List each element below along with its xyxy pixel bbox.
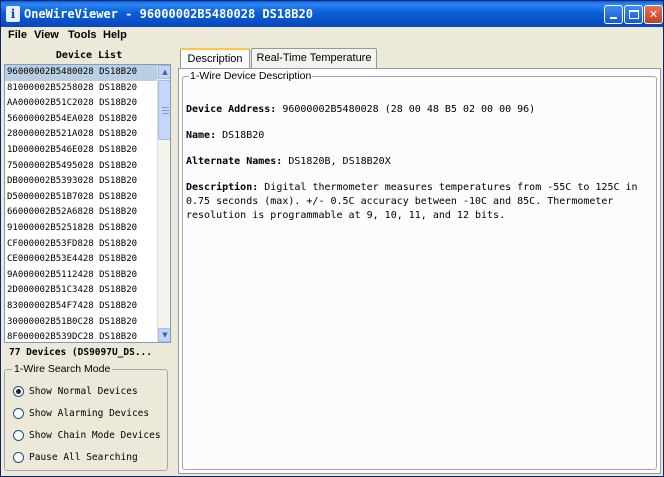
device-list-item[interactable]: 2D000002B51C3428 DS18B20	[5, 283, 157, 299]
maximize-icon	[629, 10, 639, 19]
description-label: Description:	[186, 182, 259, 193]
name-value: DS18B20	[222, 130, 265, 141]
device-list-item[interactable]: 75000002B5495028 DS18B20	[5, 159, 157, 175]
menu-view[interactable]: View	[34, 28, 59, 43]
radio-label[interactable]: Pause All Searching	[29, 451, 138, 465]
radio-selected-dot	[16, 389, 21, 394]
radio-label[interactable]: Show Alarming Devices	[29, 407, 149, 421]
window-title: OneWireViewer - 96000002B5480028 DS18B20	[24, 7, 313, 21]
device-list-item[interactable]: 9A000002B5112428 DS18B20	[5, 268, 157, 284]
radio-button-icon[interactable]	[13, 408, 24, 419]
device-count-status: 77 Devices (DS9097U_DS...	[9, 347, 152, 358]
device-rows: 96000002B5480028 DS18B20 81000002B5258028…	[5, 65, 157, 342]
menu-help[interactable]: Help	[103, 28, 127, 43]
grip-line	[162, 110, 169, 111]
name-line: Name: DS18B20	[186, 129, 654, 143]
minimize-icon	[610, 17, 617, 19]
description-frame-title: 1-Wire Device Description	[189, 70, 313, 83]
device-address-line: Device Address: 96000002B5480028 (28 00 …	[186, 103, 654, 117]
name-label: Name:	[186, 130, 217, 141]
app-info-icon: i	[6, 6, 20, 22]
device-list-item[interactable]: DB000002B5393028 DS18B20	[5, 174, 157, 190]
device-list[interactable]: 96000002B5480028 DS18B20 81000002B5258028…	[4, 64, 171, 343]
menu-bar: File View Tools Help	[1, 27, 663, 45]
close-icon: ✕	[648, 8, 659, 21]
device-list-item[interactable]: D5000002B51B7028 DS18B20	[5, 190, 157, 206]
grip-line	[162, 107, 169, 108]
scroll-down-icon[interactable]: ▼	[158, 328, 170, 342]
device-list-item[interactable]: 30000002B51B0C28 DS18B20	[5, 315, 157, 331]
alternate-names-label: Alternate Names:	[186, 156, 283, 167]
alternate-names-value: DS1820B, DS18B20X	[288, 156, 391, 167]
app-window: i OneWireViewer - 96000002B5480028 DS18B…	[0, 0, 664, 477]
menu-file[interactable]: File	[8, 28, 27, 43]
radio-button-icon[interactable]	[13, 386, 24, 397]
alternate-names-line: Alternate Names: DS1820B, DS18B20X	[186, 155, 654, 169]
device-list-item[interactable]: 56000002B54EA028 DS18B20	[5, 112, 157, 128]
device-address-value: 96000002B5480028 (28 00 48 B5 02 00 00 9…	[282, 104, 536, 115]
search-mode-title: 1-Wire Search Mode	[12, 362, 113, 376]
device-description-frame: 1-Wire Device Description Device Address…	[182, 70, 657, 470]
device-list-scrollbar[interactable]: ▲ ▼	[157, 65, 170, 342]
device-list-item[interactable]: 81000002B5258028 DS18B20	[5, 81, 157, 97]
device-list-item[interactable]: 83000002B54F7428 DS18B20	[5, 299, 157, 315]
maximize-button[interactable]	[624, 5, 643, 24]
radio-label[interactable]: Show Normal Devices	[29, 385, 138, 399]
scroll-up-icon[interactable]: ▲	[158, 65, 170, 79]
minimize-button[interactable]	[604, 5, 623, 24]
device-list-item[interactable]: CE000002B53E4428 DS18B20	[5, 252, 157, 268]
tab-real-time-temperature[interactable]: Real-Time Temperature	[251, 48, 377, 69]
device-list-item[interactable]: 8F000002B539DC28 DS18B20	[5, 330, 157, 342]
radio-label[interactable]: Show Chain Mode Devices	[29, 429, 161, 443]
close-button[interactable]: ✕	[644, 5, 663, 24]
device-list-header: Device List	[55, 50, 123, 61]
radio-button-icon[interactable]	[13, 430, 24, 441]
device-address-label: Device Address:	[186, 104, 277, 115]
device-list-item[interactable]: 91000002B5251828 DS18B20	[5, 221, 157, 237]
title-bar[interactable]: i OneWireViewer - 96000002B5480028 DS18B…	[1, 1, 663, 27]
device-list-item[interactable]: CF000002B53FD828 DS18B20	[5, 237, 157, 253]
description-panel: 1-Wire Device Description Device Address…	[178, 68, 661, 474]
description-line: Description: Digital thermometer measure…	[186, 181, 654, 223]
device-list-item[interactable]: 1D000002B546E028 DS18B20	[5, 143, 157, 159]
search-mode-group: 1-Wire Search Mode Show Normal Devices S…	[4, 362, 168, 471]
menu-tools[interactable]: Tools	[68, 28, 97, 43]
description-body: Device Address: 96000002B5480028 (28 00 …	[186, 103, 654, 235]
device-list-item[interactable]: 96000002B5480028 DS18B20	[5, 65, 157, 81]
grip-line	[162, 113, 169, 114]
device-list-item[interactable]: 66000002B52A6828 DS18B20	[5, 205, 157, 221]
scroll-thumb[interactable]	[158, 80, 170, 140]
radio-button-icon[interactable]	[13, 452, 24, 463]
device-list-item[interactable]: AA000002B51C2028 DS18B20	[5, 96, 157, 112]
device-list-item[interactable]: 28000002B521A028 DS18B20	[5, 127, 157, 143]
tab-description[interactable]: Description	[180, 48, 250, 69]
